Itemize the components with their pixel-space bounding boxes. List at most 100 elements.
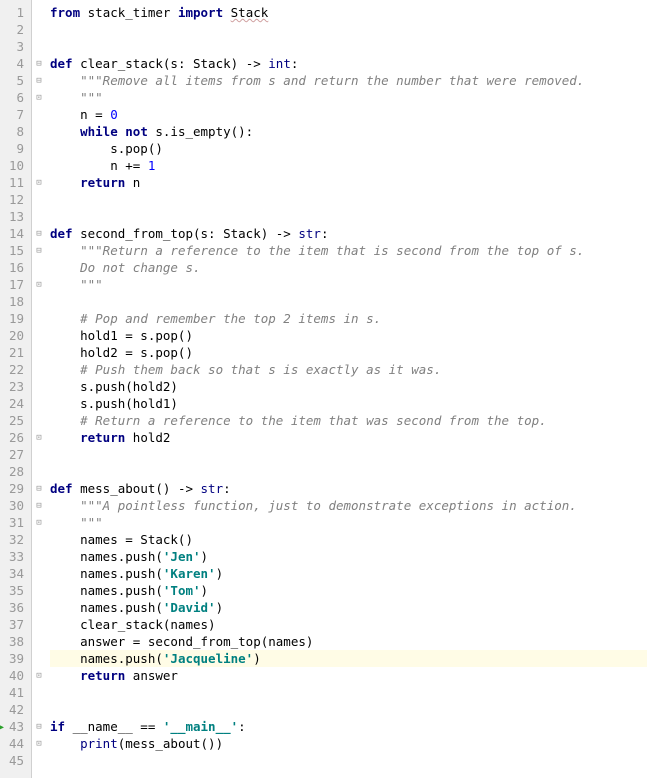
code-line[interactable]: Do not change s.	[50, 259, 647, 276]
fold-marker[interactable]	[32, 701, 46, 718]
fold-marker[interactable]	[32, 4, 46, 21]
code-line[interactable]: answer = second_from_top(names)	[50, 633, 647, 650]
code-line[interactable]: """Return a reference to the item that i…	[50, 242, 647, 259]
code-line[interactable]: while not s.is_empty():	[50, 123, 647, 140]
code-line[interactable]: names = Stack()	[50, 531, 647, 548]
fold-marker[interactable]	[32, 599, 46, 616]
fold-marker[interactable]	[32, 480, 46, 497]
code-line[interactable]: # Push them back so that s is exactly as…	[50, 361, 647, 378]
fold-marker[interactable]	[32, 429, 46, 446]
code-line[interactable]	[50, 191, 647, 208]
code-line[interactable]: names.push('Tom')	[50, 582, 647, 599]
code-line[interactable]: def clear_stack(s: Stack) -> int:	[50, 55, 647, 72]
fold-marker[interactable]	[32, 412, 46, 429]
line-number: 36	[0, 599, 28, 616]
fold-marker[interactable]	[32, 463, 46, 480]
code-line[interactable]: names.push('Jacqueline')	[50, 650, 647, 667]
code-line[interactable]: """	[50, 89, 647, 106]
fold-marker[interactable]	[32, 140, 46, 157]
fold-marker[interactable]	[32, 650, 46, 667]
code-line[interactable]: """	[50, 514, 647, 531]
code-line[interactable]	[50, 21, 647, 38]
fold-marker[interactable]	[32, 123, 46, 140]
fold-marker[interactable]	[32, 89, 46, 106]
fold-marker[interactable]	[32, 242, 46, 259]
code-line[interactable]: # Return a reference to the item that wa…	[50, 412, 647, 429]
fold-marker[interactable]	[32, 684, 46, 701]
code-line[interactable]: """Remove all items from s and return th…	[50, 72, 647, 89]
fold-marker[interactable]	[32, 752, 46, 769]
code-token: () ->	[155, 481, 200, 496]
code-line[interactable]: """A pointless function, just to demonst…	[50, 497, 647, 514]
code-line[interactable]: return hold2	[50, 429, 647, 446]
fold-marker[interactable]	[32, 718, 46, 735]
fold-marker[interactable]	[32, 395, 46, 412]
code-line[interactable]: return n	[50, 174, 647, 191]
code-line[interactable]: s.push(hold2)	[50, 378, 647, 395]
code-line[interactable]	[50, 463, 647, 480]
fold-marker[interactable]	[32, 208, 46, 225]
line-number: 14	[0, 225, 28, 242]
code-line[interactable]: """	[50, 276, 647, 293]
fold-marker[interactable]	[32, 55, 46, 72]
code-line[interactable]: hold1 = s.pop()	[50, 327, 647, 344]
fold-marker[interactable]	[32, 548, 46, 565]
line-number: 24	[0, 395, 28, 412]
code-token: :	[291, 56, 299, 71]
fold-marker[interactable]	[32, 565, 46, 582]
code-token	[50, 668, 80, 683]
fold-marker[interactable]	[32, 225, 46, 242]
code-line[interactable]: from stack_timer import Stack	[50, 4, 647, 21]
code-line[interactable]: s.pop()	[50, 140, 647, 157]
fold-marker[interactable]	[32, 514, 46, 531]
code-line[interactable]: n += 1	[50, 157, 647, 174]
code-line[interactable]: def mess_about() -> str:	[50, 480, 647, 497]
code-line[interactable]: names.push('Karen')	[50, 565, 647, 582]
code-line[interactable]	[50, 446, 647, 463]
code-line[interactable]: return answer	[50, 667, 647, 684]
fold-marker[interactable]	[32, 276, 46, 293]
fold-marker[interactable]	[32, 293, 46, 310]
code-line[interactable]: # Pop and remember the top 2 items in s.	[50, 310, 647, 327]
fold-marker[interactable]	[32, 259, 46, 276]
fold-marker[interactable]	[32, 157, 46, 174]
fold-marker[interactable]	[32, 446, 46, 463]
fold-marker[interactable]	[32, 21, 46, 38]
line-number: 25	[0, 412, 28, 429]
code-line[interactable]	[50, 701, 647, 718]
code-line[interactable]	[50, 38, 647, 55]
code-line[interactable]: print(mess_about())	[50, 735, 647, 752]
code-line[interactable]	[50, 208, 647, 225]
code-line[interactable]: def second_from_top(s: Stack) -> str:	[50, 225, 647, 242]
code-token	[50, 413, 80, 428]
code-line[interactable]: names.push('David')	[50, 599, 647, 616]
fold-marker[interactable]	[32, 616, 46, 633]
fold-marker[interactable]	[32, 378, 46, 395]
fold-marker[interactable]	[32, 191, 46, 208]
code-area[interactable]: from stack_timer import Stack def clear_s…	[46, 0, 647, 778]
fold-marker[interactable]	[32, 106, 46, 123]
fold-marker[interactable]	[32, 174, 46, 191]
fold-marker[interactable]	[32, 667, 46, 684]
fold-marker[interactable]	[32, 38, 46, 55]
code-line[interactable]	[50, 752, 647, 769]
code-line[interactable]: if __name__ == '__main__':	[50, 718, 647, 735]
fold-marker[interactable]	[32, 310, 46, 327]
code-line[interactable]	[50, 684, 647, 701]
line-number: 39	[0, 650, 28, 667]
code-line[interactable]: hold2 = s.pop()	[50, 344, 647, 361]
fold-marker[interactable]	[32, 735, 46, 752]
fold-marker[interactable]	[32, 531, 46, 548]
code-line[interactable]	[50, 293, 647, 310]
fold-marker[interactable]	[32, 72, 46, 89]
code-line[interactable]: names.push('Jen')	[50, 548, 647, 565]
code-line[interactable]: s.push(hold1)	[50, 395, 647, 412]
fold-marker[interactable]	[32, 327, 46, 344]
code-line[interactable]: n = 0	[50, 106, 647, 123]
fold-marker[interactable]	[32, 633, 46, 650]
fold-marker[interactable]	[32, 497, 46, 514]
code-line[interactable]: clear_stack(names)	[50, 616, 647, 633]
fold-marker[interactable]	[32, 361, 46, 378]
fold-marker[interactable]	[32, 582, 46, 599]
fold-marker[interactable]	[32, 344, 46, 361]
